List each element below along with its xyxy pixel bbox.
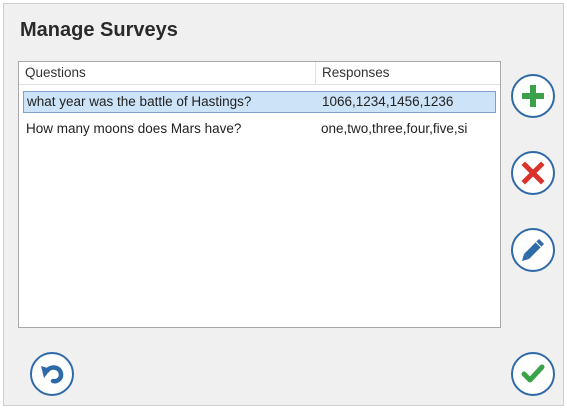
manage-surveys-window: Manage Surveys Questions Responses what … — [3, 3, 564, 406]
page-title: Manage Surveys — [20, 19, 178, 41]
question-cell: what year was the battle of Hastings? — [27, 94, 252, 109]
table-row[interactable]: what year was the battle of Hastings? 10… — [23, 91, 496, 113]
table-row[interactable]: How many moons does Mars have? one,two,t… — [23, 119, 496, 141]
plus-icon — [522, 85, 544, 107]
checkmark-icon — [521, 364, 545, 383]
surveys-list-view[interactable]: Questions Responses what year was the ba… — [18, 61, 501, 328]
edit-question-button[interactable] — [511, 228, 555, 272]
responses-cell: 1066,1234,1456,1236 — [322, 94, 454, 109]
undo-button[interactable] — [30, 352, 74, 396]
confirm-button[interactable] — [511, 352, 555, 396]
list-header: Questions Responses — [19, 62, 500, 85]
delete-question-button[interactable] — [511, 151, 555, 195]
column-header-responses[interactable]: Responses — [316, 62, 500, 84]
column-header-questions[interactable]: Questions — [19, 62, 316, 84]
add-question-button[interactable] — [511, 74, 555, 118]
pencil-icon — [522, 239, 544, 261]
question-cell: How many moons does Mars have? — [26, 121, 242, 136]
x-icon — [521, 161, 545, 185]
responses-cell: one,two,three,four,five,si — [321, 121, 468, 136]
undo-arrow-icon — [41, 365, 64, 384]
